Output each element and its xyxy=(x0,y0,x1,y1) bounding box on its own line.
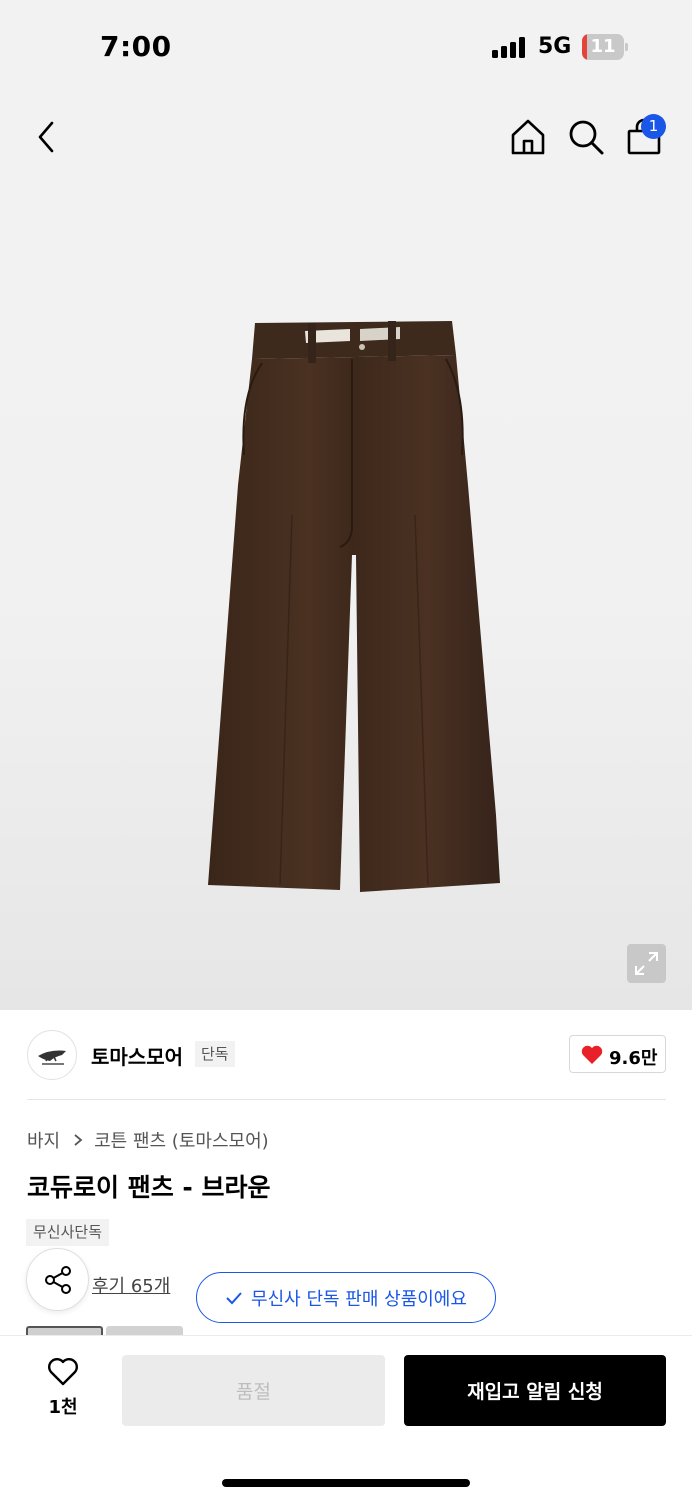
network-label: 5G xyxy=(538,34,572,59)
home-indicator[interactable] xyxy=(222,1479,470,1487)
heart-outline-icon xyxy=(48,1358,78,1386)
expand-icon[interactable] xyxy=(627,944,666,983)
status-bar: 7:00 5G 11 xyxy=(0,0,692,95)
battery-icon: 11 xyxy=(582,34,628,60)
breadcrumb-item-category[interactable]: 바지 xyxy=(27,1127,60,1153)
product-title: 코듀로이 팬츠 - 브라운 xyxy=(27,1173,271,1202)
exclusive-notice-pill[interactable]: 무신사 단독 판매 상품이에요 xyxy=(196,1272,496,1323)
breadcrumb-item-subcategory[interactable]: 코튼 팬츠 (토마스모어) xyxy=(94,1127,269,1153)
home-icon[interactable] xyxy=(508,117,548,157)
share-button[interactable] xyxy=(26,1248,89,1311)
check-icon xyxy=(226,1291,242,1304)
brand-exclusive-tag: 단독 xyxy=(195,1041,235,1067)
brand-like-button[interactable]: 9.6만 xyxy=(569,1035,666,1073)
signal-icon xyxy=(492,36,528,58)
wishlist-count: 1천 xyxy=(48,1397,78,1418)
share-icon xyxy=(45,1266,71,1294)
restock-alert-button[interactable]: 재입고 알림 신청 xyxy=(404,1355,666,1426)
brand-name[interactable]: 토마스모어 xyxy=(91,1041,183,1070)
breadcrumb: 바지 코튼 팬츠 (토마스모어) xyxy=(27,1127,269,1153)
brand-logo-icon[interactable] xyxy=(27,1030,77,1080)
divider xyxy=(27,1099,666,1100)
soldout-button: 품절 xyxy=(122,1355,385,1426)
search-icon[interactable] xyxy=(566,117,606,157)
exclusive-tag: 무신사단독 xyxy=(26,1219,110,1246)
brand-like-count: 9.6만 xyxy=(609,1048,658,1069)
chevron-left-icon[interactable] xyxy=(30,117,64,157)
review-link[interactable]: 후기 65개 xyxy=(92,1272,170,1298)
heart-filled-icon xyxy=(581,1045,603,1064)
cart-count-badge: 1 xyxy=(641,114,666,139)
status-time: 7:00 xyxy=(100,30,172,63)
chevron-right-icon xyxy=(74,1134,83,1146)
battery-level: 11 xyxy=(590,36,616,57)
wishlist-button[interactable]: 1천 xyxy=(30,1355,96,1421)
corduroy-pants-image[interactable] xyxy=(200,315,510,900)
exclusive-notice-text: 무신사 단독 판매 상품이에요 xyxy=(251,1288,467,1310)
